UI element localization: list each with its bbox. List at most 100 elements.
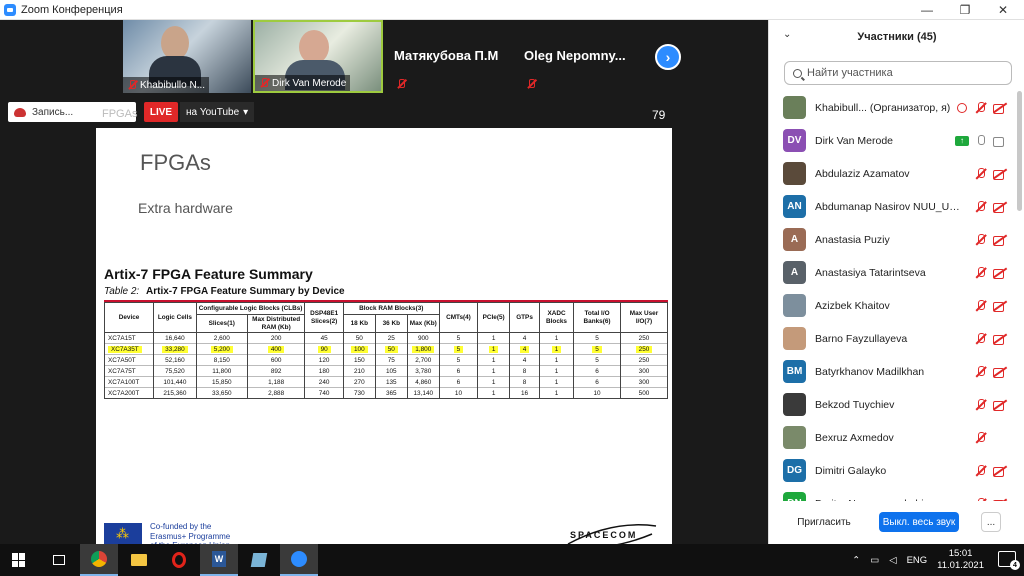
taskbar-opera[interactable] xyxy=(160,544,198,576)
cell-value: 5 xyxy=(595,356,599,364)
cell-value: 240 xyxy=(318,378,330,386)
participant-row[interactable]: DN Dmitry Nepomnyashchiy xyxy=(769,487,1017,501)
video-tile-matyakubova[interactable]: Матякубова П.М xyxy=(386,20,514,93)
taskbar-chrome[interactable] xyxy=(80,544,118,576)
keyboard-language[interactable]: ENG xyxy=(907,555,928,566)
participant-row[interactable]: Bexruz Axmedov xyxy=(769,421,1017,454)
avatar: BM xyxy=(783,360,806,383)
participant-row[interactable]: A Anastasiya Tatarintseva xyxy=(769,256,1017,289)
participant-list-scrollbar[interactable] xyxy=(1017,91,1022,211)
video-tile-khabibullo[interactable]: Khabibullo N... xyxy=(123,20,251,93)
cell-value: 6 xyxy=(456,378,461,386)
volume-icon[interactable]: ◁ xyxy=(889,555,896,566)
close-button[interactable]: ✕ xyxy=(984,0,1022,20)
cell-value: 100 xyxy=(350,345,368,353)
start-button[interactable] xyxy=(0,544,38,576)
screen-share-icon: ↑ xyxy=(955,135,969,146)
header-bram-max: Max (Kb) xyxy=(406,313,440,334)
camera-off-icon[interactable] xyxy=(993,499,1007,501)
cell-value: 6 xyxy=(456,367,461,375)
mic-muted-icon[interactable] xyxy=(975,266,987,279)
camera-off-icon[interactable] xyxy=(993,103,1007,114)
mic-muted-icon[interactable] xyxy=(975,101,987,114)
camera-off-icon[interactable] xyxy=(993,235,1007,246)
participant-row[interactable]: DV Dirk Van Merode ↑ xyxy=(769,124,1017,157)
youtube-stream-dropdown[interactable]: на YouTube ▾ xyxy=(180,102,255,122)
slide-title: FPGAs xyxy=(140,150,211,175)
mic-muted-icon[interactable] xyxy=(975,200,987,213)
mic-muted-icon[interactable] xyxy=(975,431,987,444)
cell-value: 8 xyxy=(522,367,527,375)
clock[interactable]: 15:01 11.01.2021 xyxy=(937,548,984,572)
table-cell-xadc: 1 xyxy=(538,387,575,400)
camera-off-icon[interactable] xyxy=(993,301,1007,312)
cell-value: 1 xyxy=(491,378,496,386)
cell-value: 5 xyxy=(456,334,461,342)
header-dsp: DSP48E1 Slices(2) xyxy=(304,301,344,334)
header-xadc: XADC Blocks xyxy=(538,301,575,334)
mic-muted-icon[interactable] xyxy=(975,167,987,180)
window-title: Zoom Конференция xyxy=(21,3,123,16)
clock-time: 15:01 xyxy=(948,548,973,560)
mic-muted-icon[interactable] xyxy=(975,233,987,246)
video-tile-oleg[interactable]: Oleg Nepomny... xyxy=(516,20,644,93)
mute-all-button[interactable]: Выкл. весь звук xyxy=(879,512,959,532)
mic-on-icon[interactable] xyxy=(975,134,987,147)
cell-value: 3,780 xyxy=(415,367,432,375)
table-cell-b18: 100 xyxy=(342,343,376,355)
participant-row[interactable]: Barno Fayzullayeva xyxy=(769,322,1017,355)
table-cell-xadc: 1 xyxy=(538,354,575,366)
next-page-arrow-icon[interactable]: › xyxy=(655,44,681,70)
participant-row[interactable]: Azizbek Khaitov xyxy=(769,289,1017,322)
cell-value: 892 xyxy=(270,367,282,375)
maximize-button[interactable]: ❐ xyxy=(946,0,984,20)
cell-value: 1 xyxy=(491,389,496,397)
mic-muted-icon[interactable] xyxy=(975,398,987,411)
more-options-button[interactable]: ... xyxy=(981,512,1001,532)
header-max-io: Max User I/O(7) xyxy=(619,301,669,334)
taskbar-word[interactable]: W xyxy=(200,544,238,576)
video-tile-dirk[interactable]: Dirk Van Merode xyxy=(253,20,383,93)
taskbar-explorer[interactable] xyxy=(120,544,158,576)
cell-value: 1 xyxy=(554,389,559,397)
camera-off-icon[interactable] xyxy=(993,268,1007,279)
table-cell-cells: 75,520 xyxy=(153,365,197,377)
participant-row[interactable]: Abdulaziz Azamatov xyxy=(769,157,1017,190)
live-badge[interactable]: LIVE xyxy=(144,102,178,122)
cell-value: 10 xyxy=(593,389,601,397)
cell-value: 11,800 xyxy=(212,367,232,375)
taskbar-zoom[interactable] xyxy=(280,544,318,576)
network-icon[interactable]: ▭ xyxy=(870,555,879,566)
camera-off-icon[interactable] xyxy=(993,400,1007,411)
cell-value: XC7A200T xyxy=(108,389,140,397)
camera-off-icon[interactable] xyxy=(993,367,1007,378)
invite-button[interactable]: Пригласить xyxy=(789,512,859,532)
participant-row[interactable]: DG Dimitri Galayko xyxy=(769,454,1017,487)
taskbar-notes[interactable] xyxy=(240,544,278,576)
task-view-button[interactable] xyxy=(40,544,78,576)
participant-name: Bexruz Axmedov xyxy=(815,431,894,444)
participant-row[interactable]: A Anastasia Puziy xyxy=(769,223,1017,256)
opera-icon xyxy=(172,552,186,568)
mic-muted-icon[interactable] xyxy=(975,365,987,378)
mic-muted-icon[interactable] xyxy=(975,497,987,501)
mic-muted-icon[interactable] xyxy=(975,299,987,312)
participant-row[interactable]: Khabibull... (Организатор, я) xyxy=(769,91,1017,124)
camera-off-icon[interactable] xyxy=(993,466,1007,477)
minimize-button[interactable]: — xyxy=(908,0,946,20)
camera-off-icon[interactable] xyxy=(993,334,1007,345)
mic-muted-icon[interactable] xyxy=(975,332,987,345)
search-icon xyxy=(793,68,802,78)
participant-row[interactable]: BM Batyrkhanov Madilkhan xyxy=(769,355,1017,388)
camera-off-icon[interactable] xyxy=(993,202,1007,213)
tray-up-arrow-icon[interactable]: ⌃ xyxy=(852,555,860,566)
cell-value: 2,600 xyxy=(213,334,230,342)
camera-off-icon[interactable] xyxy=(993,169,1007,180)
header-max-ram: Max Distributed RAM (Kb) xyxy=(246,313,306,334)
participant-row[interactable]: Bekzod Tuychiev xyxy=(769,388,1017,421)
participant-row[interactable]: AN Abdumanap Nasirov NUU_Uzb... xyxy=(769,190,1017,223)
participant-search-input[interactable]: Найти участника xyxy=(784,61,1012,85)
camera-on-icon[interactable] xyxy=(993,136,1007,147)
cell-value: 50 xyxy=(384,345,398,353)
mic-muted-icon[interactable] xyxy=(975,464,987,477)
